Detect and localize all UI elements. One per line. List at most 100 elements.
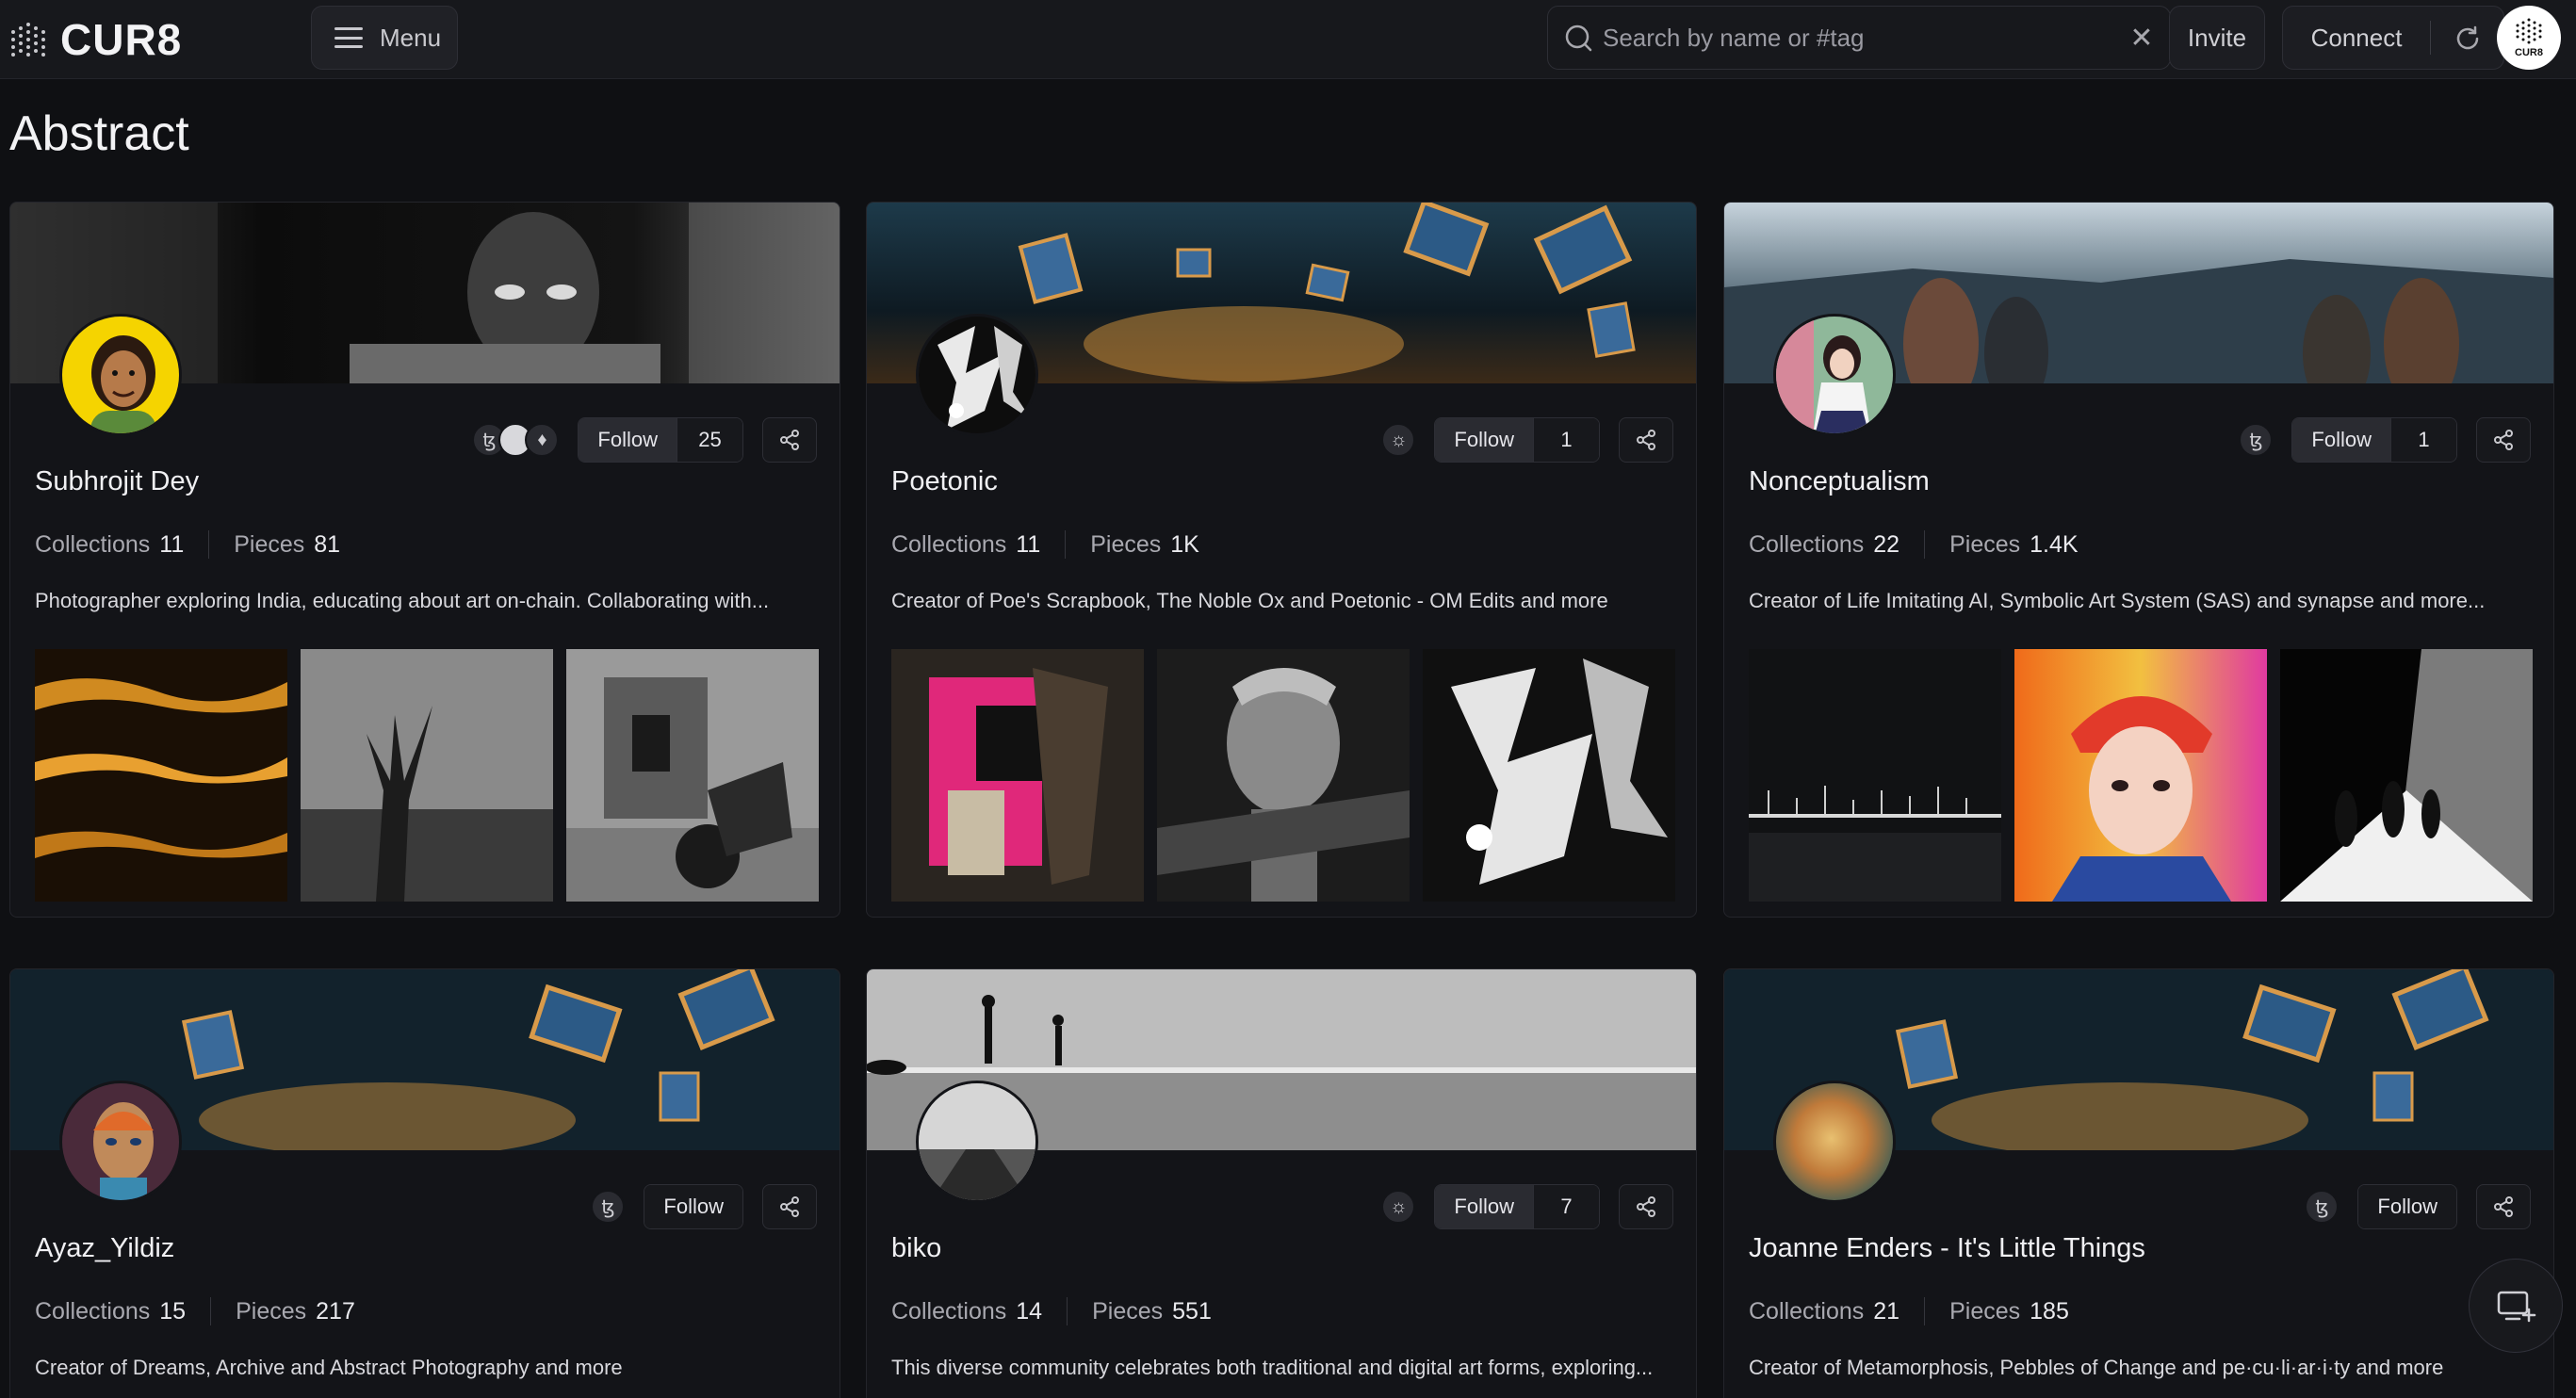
follow-group: Follow 1 [2291, 417, 2457, 463]
share-icon [1637, 1196, 1655, 1217]
collections-label: Collections [1749, 530, 1865, 558]
pieces-label: Pieces [1090, 530, 1162, 558]
artwork-thumbnail[interactable] [1749, 649, 2001, 902]
creator-description: This diverse community celebrates both t… [891, 1356, 1654, 1379]
follower-count: 1 [2390, 418, 2456, 462]
creator-stats: Collections 11 Pieces 1K [891, 530, 1199, 559]
follow-group: Follow [2357, 1184, 2457, 1229]
share-button[interactable] [762, 1184, 817, 1229]
create-collection-button[interactable] [2469, 1259, 2563, 1353]
creator-avatar[interactable] [1773, 1081, 1896, 1203]
collections-label: Collections [891, 530, 1007, 558]
page-title: Abstract [9, 106, 189, 161]
collections-count: 11 [159, 530, 185, 558]
search-input[interactable] [1603, 23, 2113, 53]
creator-avatar[interactable] [59, 314, 182, 436]
follow-button[interactable]: Follow [1435, 418, 1533, 462]
artwork-thumbnail[interactable] [566, 649, 819, 902]
logo[interactable]: CUR8 [9, 13, 182, 66]
artwork-thumbnail[interactable] [2014, 649, 2267, 902]
follow-button[interactable]: Follow [1435, 1185, 1533, 1228]
card-actions: ꜩ ♦ Follow 25 [472, 417, 817, 463]
card-actions: ☼ Follow 7 [1381, 1184, 1673, 1229]
collections-count: 21 [1873, 1297, 1900, 1325]
hamburger-icon [334, 27, 363, 48]
menu-label: Menu [380, 23, 442, 52]
share-icon [780, 430, 799, 450]
artwork-thumbnail[interactable] [891, 649, 1144, 902]
search-icon [1565, 24, 1592, 52]
pieces-count: 81 [314, 530, 341, 558]
creator-avatar[interactable] [916, 314, 1038, 436]
card-actions: ☼ Follow 1 [1381, 417, 1673, 463]
creator-description: Creator of Dreams, Archive and Abstract … [35, 1356, 623, 1379]
creator-card[interactable]: ꜩ Follow Joanne Enders - It's Little Thi… [1723, 968, 2554, 1398]
creator-card[interactable]: ꜩ ♦ Follow 25 Subhrojit Dey Collections … [9, 202, 840, 918]
divider [208, 530, 210, 559]
card-actions: ꜩ Follow 1 [2239, 417, 2531, 463]
creator-card[interactable]: ☼ Follow 1 Poetonic Collections 11 Piece… [866, 202, 1697, 918]
ethereum-icon: ♦ [525, 423, 560, 457]
share-button[interactable] [1619, 1184, 1673, 1229]
creator-avatar[interactable] [1773, 314, 1896, 436]
creator-avatar[interactable] [916, 1081, 1038, 1203]
chain-icons: ☼ [1381, 1190, 1416, 1224]
collections-count: 11 [1016, 530, 1041, 558]
follow-group: Follow [644, 1184, 743, 1229]
refresh-icon [2456, 25, 2478, 50]
creator-name[interactable]: biko [891, 1233, 941, 1264]
chain-icons: ꜩ [2239, 423, 2274, 457]
follower-count: 25 [677, 418, 742, 462]
tezos-icon: ꜩ [2305, 1190, 2340, 1224]
share-icon [1637, 430, 1655, 450]
clear-search-button[interactable]: ✕ [2113, 9, 2170, 66]
artwork-thumbnail[interactable] [1423, 649, 1675, 902]
share-button[interactable] [1619, 417, 1673, 463]
pieces-count: 217 [316, 1297, 355, 1325]
artwork-thumbnail[interactable] [301, 649, 553, 902]
share-button[interactable] [762, 417, 817, 463]
follow-button[interactable]: Follow [644, 1185, 742, 1228]
add-screen-icon [2497, 1291, 2536, 1323]
follow-button[interactable]: Follow [2292, 418, 2390, 462]
creator-avatar[interactable] [59, 1081, 182, 1203]
chain-icons: ☼ [1381, 423, 1416, 457]
card-actions: ꜩ Follow [2305, 1184, 2531, 1229]
share-button[interactable] [2476, 417, 2531, 463]
follow-group: Follow 25 [578, 417, 743, 463]
logo-dots-icon [11, 23, 45, 57]
account-avatar[interactable]: CUR8 [2497, 6, 2561, 70]
follow-button[interactable]: Follow [579, 418, 677, 462]
creator-card[interactable]: ꜩ Follow 1 Nonceptualism Collections 22 … [1723, 202, 2554, 918]
connect-group: Connect [2282, 6, 2504, 70]
share-button[interactable] [2476, 1184, 2531, 1229]
collections-count: 15 [159, 1297, 187, 1325]
pieces-label: Pieces [236, 1297, 307, 1325]
refresh-button[interactable] [2431, 7, 2503, 69]
creator-name[interactable]: Nonceptualism [1749, 466, 1930, 497]
follow-group: Follow 1 [1434, 417, 1600, 463]
creator-name[interactable]: Poetonic [891, 466, 998, 497]
follow-button[interactable]: Follow [2358, 1185, 2456, 1228]
creator-name[interactable]: Subhrojit Dey [35, 466, 199, 497]
artwork-thumbnail[interactable] [2280, 649, 2533, 902]
artwork-thumbnail[interactable] [35, 649, 287, 902]
creator-card[interactable]: ꜩ Follow Ayaz_Yildiz Collections 15 Piec… [9, 968, 840, 1398]
share-icon [2494, 1196, 2513, 1217]
creator-description: Creator of Metamorphosis, Pebbles of Cha… [1749, 1356, 2444, 1379]
divider [1067, 1297, 1068, 1325]
chain-icons: ꜩ [591, 1190, 626, 1224]
artwork-thumbnail[interactable] [1157, 649, 1410, 902]
creator-card[interactable]: ☼ Follow 7 biko Collections 14 Pieces 55… [866, 968, 1697, 1398]
follow-group: Follow 7 [1434, 1184, 1600, 1229]
creator-stats: Collections 22 Pieces 1.4K [1749, 530, 2079, 559]
invite-button[interactable]: Invite [2169, 6, 2265, 70]
creator-stats: Collections 14 Pieces 551 [891, 1297, 1212, 1325]
creator-name[interactable]: Joanne Enders - It's Little Things [1749, 1233, 2145, 1264]
creator-name[interactable]: Ayaz_Yildiz [35, 1233, 174, 1264]
pieces-count: 1.4K [2030, 530, 2079, 558]
collections-label: Collections [1749, 1297, 1865, 1325]
menu-button[interactable]: Menu [311, 6, 458, 70]
creator-stats: Collections 15 Pieces 217 [35, 1297, 355, 1325]
connect-button[interactable]: Connect [2283, 7, 2430, 69]
